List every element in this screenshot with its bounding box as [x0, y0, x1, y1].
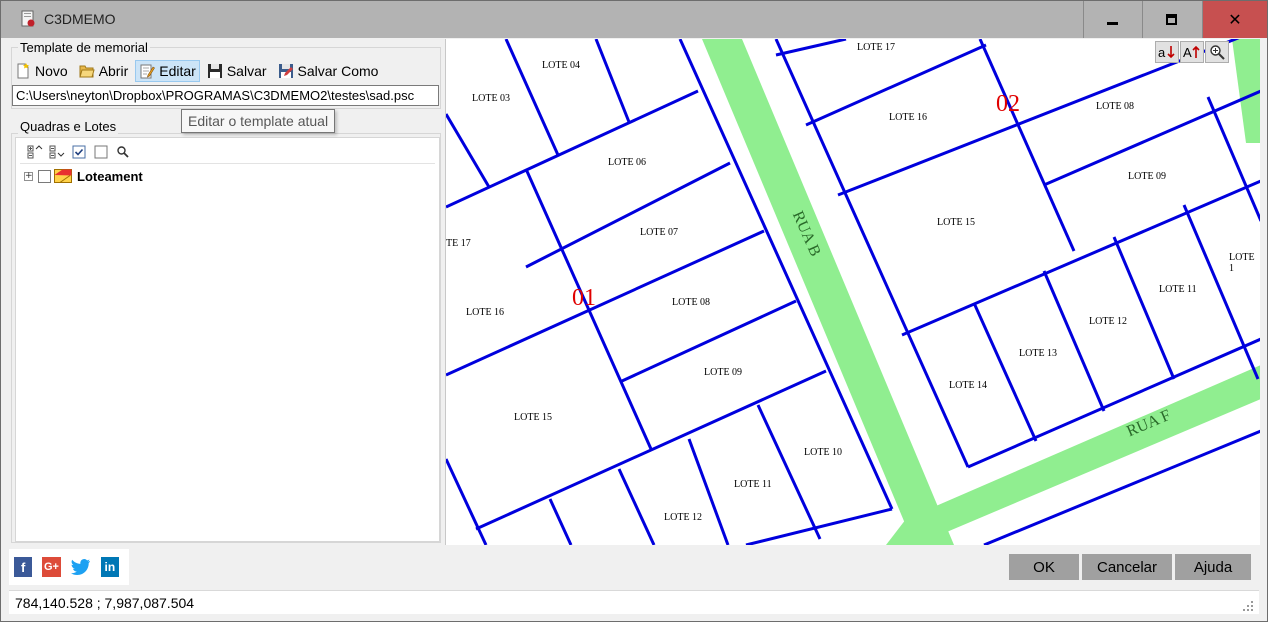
close-button[interactable]: ✕ — [1202, 1, 1267, 38]
street-top-right — [1232, 39, 1260, 143]
app-icon — [21, 10, 35, 27]
lot-label: LOTE 11 — [734, 479, 772, 490]
status-bar: 784,140.528 ; 7,987,087.504 — [9, 590, 1259, 614]
lot-label: LOTE 13 — [1019, 348, 1058, 359]
check-all-icon[interactable] — [70, 144, 88, 160]
lot-label: LOTE 09 — [1128, 171, 1167, 182]
linkedin-icon[interactable]: in — [100, 557, 119, 577]
lot-label: LOTE 1 — [1229, 252, 1255, 274]
tree-node-checkbox[interactable] — [38, 169, 51, 183]
sort-desc-icon[interactable]: a — [1155, 41, 1179, 63]
tree-group-label: Quadras e Lotes — [18, 119, 119, 134]
minimize-button[interactable] — [1083, 1, 1142, 38]
new-file-icon — [17, 63, 29, 79]
folder-open-icon — [79, 65, 95, 78]
template-path-input[interactable] — [12, 85, 439, 106]
google-plus-icon[interactable]: G+ — [42, 557, 61, 577]
maximize-button[interactable] — [1142, 1, 1201, 38]
minimize-icon — [1107, 21, 1118, 25]
block-label: 01 — [572, 285, 596, 311]
save-as-button[interactable]: Salvar Como — [274, 60, 383, 82]
lot-label: LOTE 11 — [1159, 284, 1197, 295]
subdivision-icon — [54, 169, 72, 183]
edit-tooltip: Editar o template atual — [181, 109, 336, 133]
edit-icon — [140, 64, 156, 79]
lot-label: LOTE 12 — [664, 512, 703, 523]
edit-button[interactable]: Editar — [135, 60, 200, 82]
svg-text:a: a — [1158, 45, 1166, 60]
save-button[interactable]: Salvar — [203, 60, 271, 82]
help-button[interactable]: Ajuda — [1175, 554, 1251, 580]
map-canvas[interactable]: RUA B RUA F 01 02 LOTE 03 LOTE 04 LOTE 0… — [445, 39, 1260, 545]
tree-panel: + Loteament — [15, 137, 440, 542]
ok-button[interactable]: OK — [1009, 554, 1079, 580]
save-as-icon — [278, 64, 293, 78]
expand-all-icon[interactable] — [26, 144, 44, 160]
save-button-label: Salvar — [226, 63, 267, 79]
lot-label: LOTE 06 — [608, 157, 647, 168]
title-bar: C3DMEMO ✕ — [1, 1, 1267, 38]
new-button[interactable]: Novo — [11, 60, 72, 82]
coordinates-readout: 784,140.528 ; 7,987,087.504 — [15, 595, 195, 611]
lot-label: LOTE 04 — [542, 60, 581, 71]
edit-button-label: Editar — [159, 63, 196, 79]
lot-label: LOTE 10 — [804, 447, 843, 458]
tree-node-label: Loteament — [77, 168, 143, 184]
template-toolbar: Novo Abrir Editar Salvar Salvar Como — [11, 59, 385, 83]
search-icon[interactable] — [114, 144, 132, 160]
lot-label: LOTE 14 — [949, 380, 988, 391]
tree-toolbar-separator — [20, 163, 435, 164]
open-button-label: Abrir — [98, 63, 129, 79]
block-label: 02 — [996, 91, 1020, 117]
lot-label: LOTE 12 — [1089, 316, 1128, 327]
twitter-icon[interactable] — [70, 557, 91, 577]
close-icon: ✕ — [1228, 10, 1242, 29]
lot-label: LOTE 17 — [857, 42, 896, 53]
svg-text:A: A — [1183, 45, 1192, 60]
lot-label: LOTE 09 — [704, 367, 743, 378]
lot-label: LOTE 08 — [1096, 101, 1135, 112]
expand-icon[interactable]: + — [24, 171, 33, 181]
lot-label: LOTE 16 — [889, 112, 928, 123]
collapse-all-icon[interactable] — [48, 144, 66, 160]
sort-asc-icon[interactable]: A — [1180, 41, 1204, 63]
lot-label: LOTE 16 — [466, 307, 505, 318]
bottom-bar: f G+ in OK Cancelar Ajuda — [1, 545, 1267, 589]
lot-label: TE 17 — [446, 238, 471, 249]
lot-label: LOTE 03 — [472, 93, 511, 104]
zoom-extent-icon[interactable] — [1205, 41, 1229, 63]
save-as-button-label: Salvar Como — [297, 63, 379, 79]
facebook-icon[interactable]: f — [14, 557, 33, 577]
main-window: C3DMEMO ✕ Template de memorial Novo Abri… — [0, 0, 1268, 622]
tree-node-loteamento[interactable]: + Loteament — [24, 168, 143, 184]
lot-label: LOTE 15 — [514, 412, 553, 423]
new-button-label: Novo — [35, 63, 68, 79]
resize-grip-icon[interactable] — [1243, 601, 1253, 611]
cancel-button[interactable]: Cancelar — [1082, 554, 1172, 580]
social-links: f G+ in — [9, 549, 129, 585]
map-toolbar: a A — [1154, 41, 1229, 63]
lot-label: LOTE 07 — [640, 227, 679, 238]
window-title: C3DMEMO — [44, 11, 116, 27]
lot-label: LOTE 15 — [937, 217, 976, 228]
uncheck-all-icon[interactable] — [92, 144, 110, 160]
save-icon — [207, 64, 222, 78]
lot-label: LOTE 08 — [672, 297, 711, 308]
maximize-icon — [1166, 13, 1177, 25]
open-button[interactable]: Abrir — [75, 60, 133, 82]
template-group-label: Template de memorial — [18, 40, 150, 55]
tree-toolbar — [26, 142, 136, 162]
map-drawing — [446, 39, 1260, 545]
